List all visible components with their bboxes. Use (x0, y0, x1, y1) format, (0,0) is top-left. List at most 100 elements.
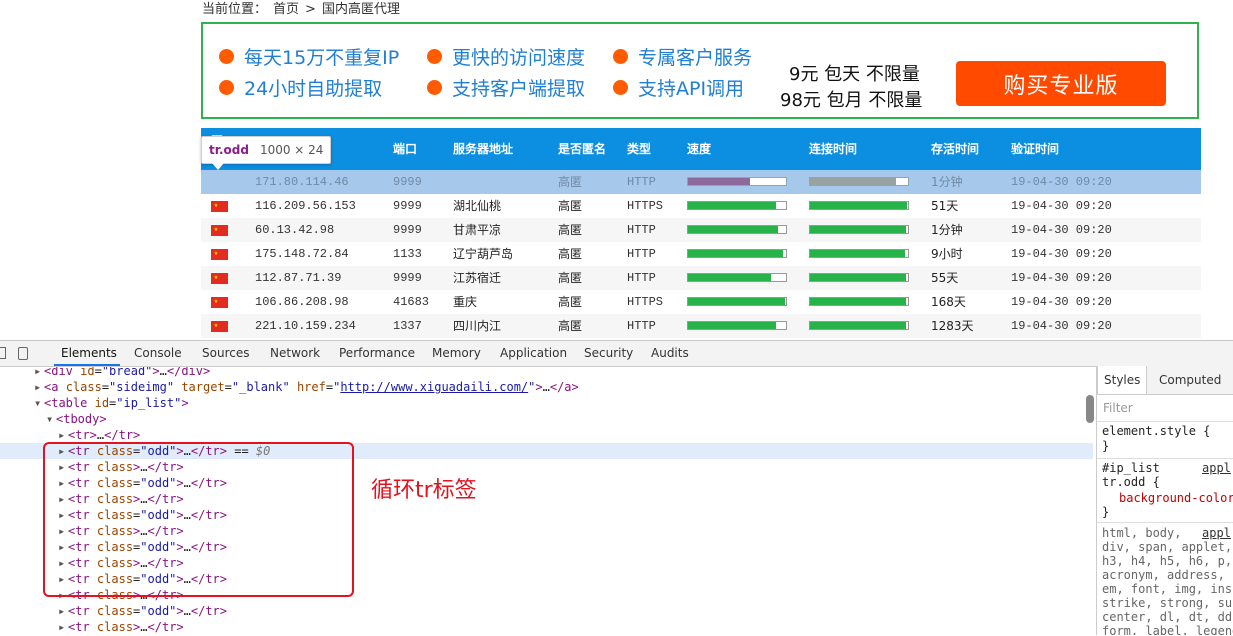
cell-ip: 116.209.56.153 (255, 199, 356, 213)
bullet-dot-icon (219, 80, 234, 95)
style-rule-line: element.style { (1102, 424, 1211, 438)
dom-node[interactable]: ▾ <tbody> (0, 411, 1093, 427)
cell-anon: 高匿 (558, 295, 583, 309)
style-rule-line: } (1102, 505, 1110, 519)
cell-verify: 19-04-30 09:20 (1011, 319, 1112, 333)
cell-port: 9999 (393, 175, 422, 189)
cell-anon: 高匿 (558, 271, 583, 285)
bullet-dot-icon (427, 80, 442, 95)
cell-alive: 9小时 (931, 247, 963, 261)
cell-addr: 江苏宿迁 (453, 271, 502, 285)
cell-verify: 19-04-30 09:20 (1011, 271, 1112, 285)
china-flag-icon (211, 225, 228, 236)
tab-security[interactable]: Security (584, 341, 633, 366)
price-month: 98元 包月 不限量 (780, 90, 923, 111)
table-row: 106.86.208.98 41683 重庆 高匿 HTTPS 168天 19-04-30 … (201, 290, 1201, 314)
conn-bar-fill (810, 202, 908, 209)
header-verify-time: 验证时间 (1011, 141, 1060, 156)
header-port: 端口 (393, 141, 418, 156)
annotation-label: 循环tr标签 (371, 478, 477, 503)
conn-bar-fill (810, 322, 907, 329)
feature-item: 支持客户端提取 (427, 74, 585, 101)
cell-port: 41683 (393, 295, 430, 309)
table-row: 60.13.42.98 9999 甘肃平凉 高匿 HTTP 1分钟 19-04-30 09:… (201, 218, 1201, 242)
sideimg-link[interactable]: http://www.xiguadaili.com/ (340, 380, 528, 394)
buy-pro-button[interactable]: 购买专业版 (956, 61, 1166, 106)
cell-alive: 55天 (931, 271, 959, 285)
speed-bar-fill (688, 178, 750, 185)
styles-pane: Styles Computed Filter element.style { }… (1096, 366, 1233, 635)
styles-tab-bar: Styles Computed (1097, 366, 1233, 395)
tab-application[interactable]: Application (500, 341, 567, 366)
dom-node[interactable]: ▸ <tr>…</tr> (0, 427, 1093, 443)
china-flag-icon (211, 321, 228, 332)
conn-bar (809, 201, 909, 210)
device-toolbar-icon[interactable] (18, 347, 28, 360)
tab-audits[interactable]: Audits (651, 341, 689, 366)
header-server-address: 服务器地址 (453, 141, 514, 156)
cell-alive: 1分钟 (931, 223, 963, 237)
tab-performance[interactable]: Performance (339, 341, 415, 366)
tab-network[interactable]: Network (270, 341, 320, 366)
style-source-link[interactable]: appl (1202, 461, 1231, 475)
cell-type: HTTPS (627, 199, 664, 213)
style-property[interactable]: background-color (1119, 491, 1233, 505)
tooltip-selector: tr.odd (209, 143, 249, 157)
cell-type: HTTP (627, 247, 656, 261)
cell-verify: 19-04-30 09:20 (1011, 223, 1112, 237)
tab-console[interactable]: Console (134, 341, 182, 366)
feature-item: 24小时自助提取 (219, 74, 382, 101)
dom-node[interactable]: ▾ <table id="ip_list"> (0, 395, 1093, 411)
header-alive-time: 存活时间 (931, 141, 980, 156)
breadcrumb-prefix: 当前位置： (202, 2, 268, 17)
price-day: 9元 包天 不限量 (789, 64, 920, 85)
cell-addr: 辽宁葫芦岛 (453, 247, 514, 261)
speed-bar-fill (688, 250, 784, 257)
tab-elements[interactable]: Elements (61, 341, 117, 366)
china-flag-icon (211, 249, 228, 260)
tab-sources[interactable]: Sources (202, 341, 249, 366)
tab-memory[interactable]: Memory (432, 341, 481, 366)
feature-item: 专属客户服务 (613, 43, 752, 70)
style-source-link[interactable]: appl (1202, 526, 1231, 540)
feature-item: 更快的访问速度 (427, 43, 585, 70)
cell-ip: 221.10.159.234 (255, 319, 356, 333)
breadcrumb-home-link[interactable]: 首页 (273, 2, 299, 17)
ip-list-table: 国家 端口 服务器地址 是否匿名 类型 速度 连接时间 存活时间 验证时间 17… (201, 128, 1201, 338)
cell-type: HTTPS (627, 295, 664, 309)
cell-verify: 19-04-30 09:20 (1011, 295, 1112, 309)
styles-filter-input[interactable]: Filter (1097, 395, 1233, 422)
cell-type: HTTP (627, 271, 656, 285)
speed-bar-fill (688, 322, 777, 329)
cell-verify: 19-04-30 09:20 (1011, 175, 1112, 189)
header-connect-time: 连接时间 (809, 141, 858, 156)
dom-node[interactable]: ▸ <div id="bread">…</div> (0, 367, 1093, 379)
tab-computed[interactable]: Computed (1159, 366, 1221, 394)
cell-type: HTTP (627, 319, 656, 333)
cell-alive: 168天 (931, 295, 966, 309)
inspect-element-icon[interactable] (0, 347, 6, 359)
cell-type: HTTP (627, 175, 656, 189)
cell-anon: 高匿 (558, 319, 583, 333)
dom-node[interactable]: ▸ <tr class="odd">…</tr> (0, 603, 1093, 619)
breadcrumb-current: 国内高匿代理 (321, 2, 400, 17)
conn-bar-fill (810, 226, 907, 233)
cell-port: 9999 (393, 199, 422, 213)
speed-bar (687, 225, 787, 234)
cell-alive: 51天 (931, 199, 959, 213)
header-speed: 速度 (687, 141, 712, 156)
dom-node[interactable]: ▸ <tr class>…</tr> (0, 619, 1093, 635)
header-anonymity: 是否匿名 (558, 141, 607, 156)
table-row: 112.87.71.39 9999 江苏宿迁 高匿 HTTP 55天 19-04-30 09… (201, 266, 1201, 290)
speed-bar (687, 201, 787, 210)
dom-node[interactable]: ▸ <a class="sideimg" target="_blank" href… (0, 379, 1093, 395)
tab-styles[interactable]: Styles (1097, 366, 1148, 394)
conn-bar-fill (810, 298, 907, 305)
speed-bar (687, 273, 787, 282)
elements-scrollbar[interactable] (1086, 395, 1094, 423)
bullet-dot-icon (427, 49, 442, 64)
conn-bar (809, 273, 909, 282)
cell-port: 1337 (393, 319, 422, 333)
table-row: 171.80.114.46 9999 高匿 HTTP 1分钟 19-04-30 09:20 (201, 170, 1201, 194)
cell-port: 1133 (393, 247, 422, 261)
